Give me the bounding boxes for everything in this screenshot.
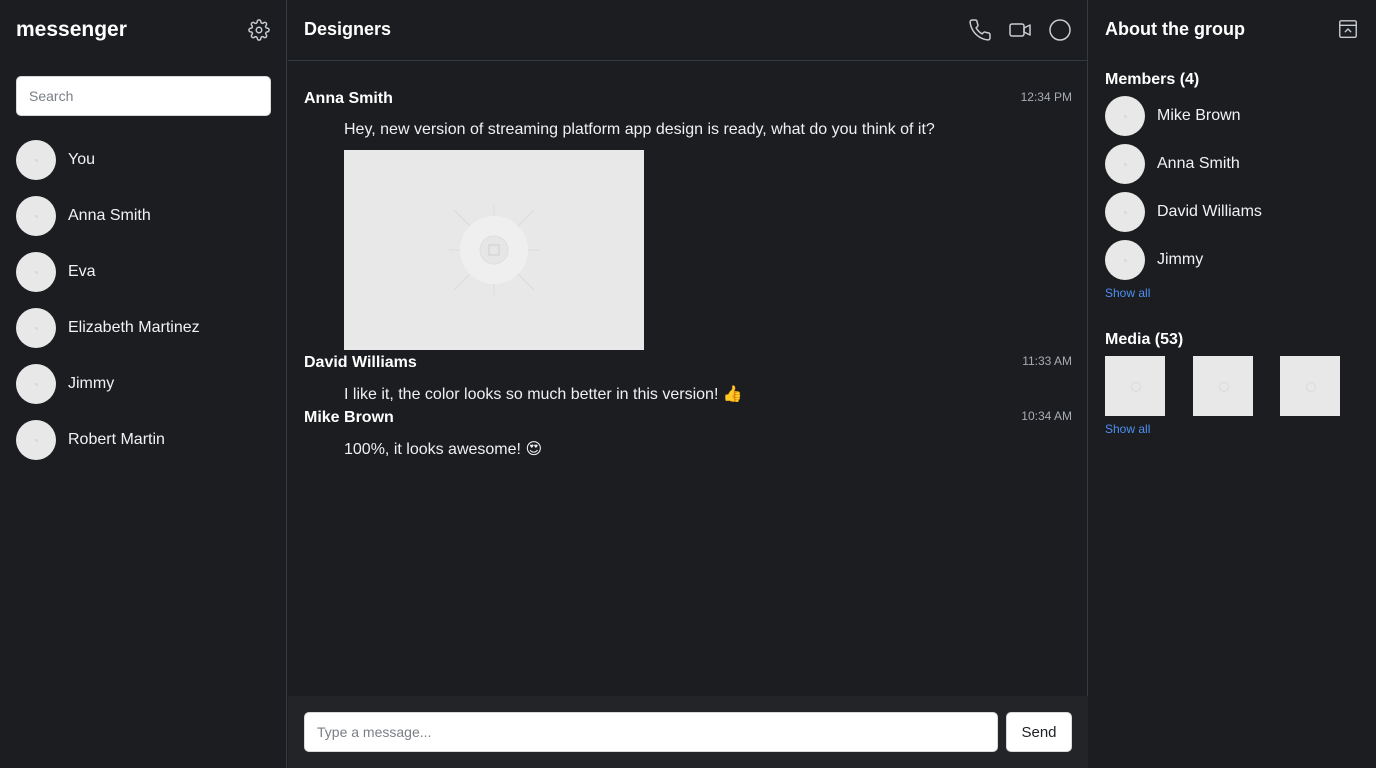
message: Anna Smith 12:34 PM Hey, new version of … bbox=[304, 88, 1072, 350]
send-button[interactable]: Send bbox=[1006, 712, 1072, 752]
thumbs-up-emoji: 👍 bbox=[722, 384, 743, 403]
image-placeholder-icon bbox=[449, 205, 539, 295]
avatar bbox=[16, 420, 56, 460]
message-author: Anna Smith bbox=[304, 90, 393, 107]
gear-icon bbox=[248, 19, 270, 41]
app-logo-text: messenger bbox=[16, 18, 127, 41]
members-heading: Members (4) bbox=[1105, 71, 1200, 88]
message-body: 100%, it looks awesome! bbox=[344, 441, 521, 458]
contact-item[interactable]: Elizabeth Martinez bbox=[16, 308, 271, 348]
contact-name: Anna Smith bbox=[68, 207, 151, 224]
video-call-button[interactable] bbox=[1007, 17, 1033, 43]
message-composer: Send bbox=[288, 696, 1088, 768]
member-item[interactable]: Jimmy bbox=[1105, 240, 1360, 280]
media-grid bbox=[1105, 356, 1341, 416]
message-body: I like it, the color looks so much bette… bbox=[344, 386, 719, 403]
contact-name: Robert Martin bbox=[68, 431, 165, 448]
message-text: Hey, new version of streaming platform a… bbox=[344, 121, 935, 138]
search-input[interactable] bbox=[16, 76, 271, 116]
avatar bbox=[16, 196, 56, 236]
media-thumbnail[interactable] bbox=[1280, 356, 1340, 416]
member-list: Mike Brown Anna Smith David Williams Jim… bbox=[1105, 96, 1360, 288]
settings-button[interactable] bbox=[247, 18, 271, 42]
member-name: Mike Brown bbox=[1157, 107, 1241, 124]
contact-item[interactable]: Robert Martin bbox=[16, 420, 271, 460]
chat-header: Designers bbox=[288, 0, 1088, 61]
message-author: Mike Brown bbox=[304, 409, 394, 426]
message: Mike Brown 10:34 AM 100%, it looks aweso… bbox=[304, 407, 1072, 460]
member-item[interactable]: David Williams bbox=[1105, 192, 1360, 232]
members-show-all-link[interactable]: Show all bbox=[1105, 286, 1150, 300]
video-camera-icon bbox=[1009, 23, 1031, 37]
contact-name: Jimmy bbox=[68, 375, 115, 392]
messenger-app: messenger You Anna Smith Eva E bbox=[0, 0, 1376, 768]
message-list: Anna Smith 12:34 PM Hey, new version of … bbox=[304, 88, 1072, 460]
member-name: Jimmy bbox=[1157, 251, 1204, 268]
message-time: 12:34 PM bbox=[1020, 90, 1072, 104]
phone-icon bbox=[969, 19, 991, 41]
contact-item[interactable]: Eva bbox=[16, 252, 271, 292]
circle-icon bbox=[1049, 19, 1071, 41]
media-thumbnail[interactable] bbox=[1105, 356, 1165, 416]
contact-item[interactable]: You bbox=[16, 140, 271, 180]
contact-name: You bbox=[68, 151, 95, 168]
chat-panel: Designers Anna Smith 12:34 PM Hey, new v… bbox=[288, 0, 1088, 768]
media-show-all-link[interactable]: Show all bbox=[1105, 422, 1150, 436]
message-author: David Williams bbox=[304, 354, 417, 371]
message-text: 100%, it looks awesome! 😍 bbox=[344, 439, 1072, 460]
panel-title: About the group bbox=[1105, 19, 1245, 39]
member-item[interactable]: Anna Smith bbox=[1105, 144, 1360, 184]
message-text: I like it, the color looks so much bette… bbox=[344, 384, 1072, 405]
avatar bbox=[1105, 96, 1145, 136]
status-button[interactable] bbox=[1047, 17, 1073, 43]
avatar bbox=[1105, 144, 1145, 184]
avatar bbox=[16, 252, 56, 292]
group-info-panel: About the group Members (4) Mike Brown A… bbox=[1089, 0, 1376, 768]
avatar bbox=[16, 140, 56, 180]
avatar bbox=[1105, 240, 1145, 280]
conversation-sidebar: messenger You Anna Smith Eva E bbox=[0, 0, 287, 768]
contact-name: Elizabeth Martinez bbox=[68, 319, 200, 336]
message-image[interactable] bbox=[344, 150, 644, 350]
avatar bbox=[16, 364, 56, 404]
message: David Williams 11:33 AM I like it, the c… bbox=[304, 352, 1072, 405]
member-name: David Williams bbox=[1157, 203, 1262, 220]
member-name: Anna Smith bbox=[1157, 155, 1240, 172]
message-input[interactable] bbox=[304, 712, 998, 752]
message-time: 10:34 AM bbox=[1021, 409, 1072, 423]
contact-name: Eva bbox=[68, 263, 96, 280]
media-heading: Media (53) bbox=[1105, 331, 1184, 348]
contact-list: You Anna Smith Eva Elizabeth Martinez Ji… bbox=[16, 140, 271, 476]
heart-eyes-emoji: 😍 bbox=[525, 439, 543, 458]
panel-collapse-icon bbox=[1339, 20, 1357, 38]
chat-title: Designers bbox=[304, 19, 392, 39]
message-time: 11:33 AM bbox=[1022, 354, 1072, 368]
call-button[interactable] bbox=[967, 17, 993, 43]
collapse-panel-button[interactable] bbox=[1337, 18, 1359, 40]
avatar bbox=[1105, 192, 1145, 232]
avatar bbox=[16, 308, 56, 348]
media-thumbnail[interactable] bbox=[1193, 356, 1253, 416]
contact-item[interactable]: Anna Smith bbox=[16, 196, 271, 236]
contact-item[interactable]: Jimmy bbox=[16, 364, 271, 404]
member-item[interactable]: Mike Brown bbox=[1105, 96, 1360, 136]
